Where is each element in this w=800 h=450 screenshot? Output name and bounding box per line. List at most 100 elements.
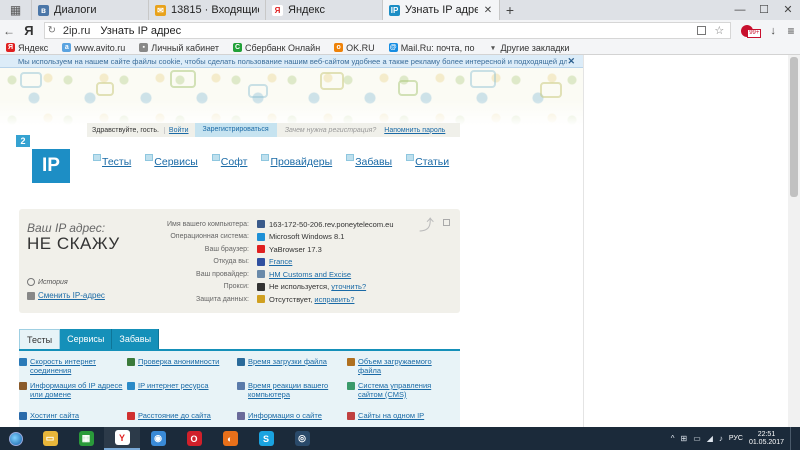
protect-icon[interactable] bbox=[697, 26, 707, 35]
extension-button[interactable]: 99+ bbox=[741, 24, 762, 38]
tray-icon[interactable]: ▭ bbox=[693, 434, 701, 443]
menu-link[interactable]: Забавы bbox=[355, 156, 392, 168]
register-button[interactable]: Зарегистрироваться bbox=[194, 123, 277, 137]
menu-item[interactable]: Софт bbox=[211, 154, 248, 168]
bookmark-item[interactable]: ▪ Личный кабинет bbox=[139, 43, 219, 53]
new-tab-button[interactable]: + bbox=[500, 0, 520, 20]
scrollbar-thumb[interactable] bbox=[790, 57, 798, 197]
menu-link[interactable]: Статьи bbox=[415, 156, 449, 168]
menu-item[interactable]: Провайдеры bbox=[261, 154, 332, 168]
service-item[interactable]: Информация об IP адресе или домене bbox=[19, 381, 127, 399]
clock[interactable]: 22:51 01.05.2017 bbox=[749, 431, 784, 447]
service-link[interactable]: Система управления сайтом (CMS) bbox=[358, 381, 455, 399]
service-link[interactable]: Информация о сайте bbox=[248, 411, 322, 420]
taskbar-app[interactable]: S bbox=[248, 427, 284, 450]
bookmark-item[interactable]: @ Mail.Ru: почта, по bbox=[388, 43, 474, 53]
service-item[interactable]: Система управления сайтом (CMS) bbox=[347, 381, 455, 399]
ip-info-action-link[interactable]: исправить? bbox=[314, 295, 354, 304]
menu-item[interactable]: Забавы bbox=[346, 154, 392, 168]
bookmark-item[interactable]: С Сбербанк Онлайн bbox=[233, 43, 320, 53]
service-item[interactable]: Скорость интернет соединения bbox=[19, 357, 127, 375]
tab-grid-button[interactable]: ▦ bbox=[0, 0, 32, 20]
tray-icon[interactable]: ◢ bbox=[707, 434, 713, 443]
ip-info-value[interactable]: HM Customs and Excise bbox=[269, 270, 351, 279]
taskbar-app[interactable]: ◐ bbox=[212, 427, 248, 450]
service-link[interactable]: Время загрузки файла bbox=[248, 357, 327, 366]
service-link[interactable]: IP интернет ресурса bbox=[138, 381, 209, 390]
menu-icon[interactable]: ≡ bbox=[782, 24, 800, 38]
browser-tab[interactable]: в Диалоги bbox=[32, 0, 149, 20]
share-arrow-icon[interactable]: ⤴ bbox=[419, 214, 434, 235]
service-item[interactable]: IP интернет ресурса bbox=[127, 381, 235, 390]
start-button[interactable] bbox=[0, 427, 32, 450]
service-tab[interactable]: Сервисы bbox=[60, 329, 113, 349]
bookmark-item[interactable]: a www.avito.ru bbox=[62, 43, 125, 53]
menu-link[interactable]: Сервисы bbox=[154, 156, 198, 168]
service-link[interactable]: Проверка анонимности bbox=[138, 357, 219, 366]
browser-tab[interactable]: ✉ 13815 · Входящие — Яндекс bbox=[149, 0, 266, 20]
page-scrollbar[interactable] bbox=[788, 55, 800, 427]
firefox-icon: ◐ bbox=[222, 431, 238, 446]
close-window-button[interactable]: ✕ bbox=[776, 0, 800, 20]
service-link[interactable]: Сайты на одном IP bbox=[358, 411, 424, 420]
close-tab-icon[interactable]: ✕ bbox=[483, 5, 493, 16]
taskbar-app[interactable]: ◉ bbox=[140, 427, 176, 450]
taskbar-app[interactable]: Y bbox=[104, 427, 140, 450]
browser-tab[interactable]: Я Яндекс bbox=[266, 0, 383, 20]
cookie-close-button[interactable]: ✕ bbox=[567, 56, 575, 67]
service-link[interactable]: Скорость интернет соединения bbox=[30, 357, 127, 375]
history-link[interactable]: История bbox=[27, 278, 68, 286]
service-item[interactable]: Время реакции вашего компьютера bbox=[237, 381, 345, 399]
ip-info-value[interactable]: France bbox=[269, 257, 292, 266]
taskbar-app[interactable]: ▦ bbox=[68, 427, 104, 450]
service-item[interactable]: Сайты на одном IP bbox=[347, 411, 455, 420]
service-link[interactable]: Хостинг сайта bbox=[30, 411, 79, 420]
tray-icon[interactable]: ⊞ bbox=[681, 434, 688, 443]
taskbar-app[interactable]: O bbox=[176, 427, 212, 450]
ip-info-action-link[interactable]: уточнить? bbox=[331, 282, 366, 291]
login-link[interactable]: Войти bbox=[163, 126, 193, 134]
chrome-icon: ◉ bbox=[150, 431, 166, 446]
browser-tab[interactable]: IP Узнать IP адрес ✕ bbox=[383, 0, 500, 20]
bookmark-item[interactable]: ▾ Другие закладки bbox=[488, 43, 569, 53]
service-item[interactable]: Объем загружаемого файла bbox=[347, 357, 455, 375]
reload-icon[interactable]: ↻ bbox=[45, 25, 59, 36]
service-tab[interactable]: Тесты bbox=[19, 329, 61, 349]
menu-link[interactable]: Софт bbox=[221, 156, 248, 168]
taskbar-app[interactable]: ◎ bbox=[284, 427, 320, 450]
service-item[interactable]: Проверка анонимности bbox=[127, 357, 235, 366]
yandex-home-button[interactable]: Я bbox=[18, 23, 40, 38]
download-icon[interactable]: ↓ bbox=[764, 25, 782, 37]
bookmark-star-icon[interactable]: ☆ bbox=[714, 24, 724, 37]
menu-link[interactable]: Тесты bbox=[102, 156, 131, 168]
back-button[interactable]: ← bbox=[0, 24, 18, 38]
site-logo[interactable]: 2 IP bbox=[16, 135, 72, 183]
copy-icon[interactable] bbox=[443, 219, 450, 226]
menu-item[interactable]: Статьи bbox=[406, 154, 449, 168]
url-field[interactable]: ↻ 2ip.ru Узнать IP адрес ☆ bbox=[43, 22, 732, 39]
menu-item[interactable]: Сервисы bbox=[145, 154, 198, 168]
why-register-link[interactable]: Зачем нужна регистрация? bbox=[285, 127, 377, 134]
service-item[interactable]: Хостинг сайта bbox=[19, 411, 127, 420]
bookmark-item[interactable]: Я Яндекс bbox=[6, 43, 48, 53]
language-indicator[interactable]: РУС bbox=[729, 435, 743, 442]
minimize-button[interactable]: — bbox=[728, 0, 752, 20]
service-link[interactable]: Время реакции вашего компьютера bbox=[248, 381, 345, 399]
service-link[interactable]: Объем загружаемого файла bbox=[358, 357, 455, 375]
show-desktop-button[interactable] bbox=[790, 427, 794, 450]
menu-link[interactable]: Провайдеры bbox=[270, 156, 332, 168]
taskbar-app[interactable]: ▭ bbox=[32, 427, 68, 450]
change-ip-link[interactable]: Сменить IP-адрес bbox=[27, 291, 105, 300]
tray-icon[interactable]: ^ bbox=[671, 434, 675, 443]
menu-item[interactable]: Тесты bbox=[93, 154, 131, 168]
service-link[interactable]: Расстояние до сайта bbox=[138, 411, 211, 420]
service-link[interactable]: Информация об IP адресе или домене bbox=[30, 381, 127, 399]
tray-icon[interactable]: ♪ bbox=[719, 434, 723, 443]
service-tab[interactable]: Забавы bbox=[112, 329, 160, 349]
maximize-button[interactable]: ☐ bbox=[752, 0, 776, 20]
service-item[interactable]: Расстояние до сайта bbox=[127, 411, 235, 420]
bookmark-item[interactable]: о OK.RU bbox=[334, 43, 375, 53]
service-item[interactable]: Время загрузки файла bbox=[237, 357, 345, 366]
service-item[interactable]: Информация о сайте bbox=[237, 411, 345, 420]
remind-password-link[interactable]: Напомнить пароль bbox=[384, 127, 445, 134]
